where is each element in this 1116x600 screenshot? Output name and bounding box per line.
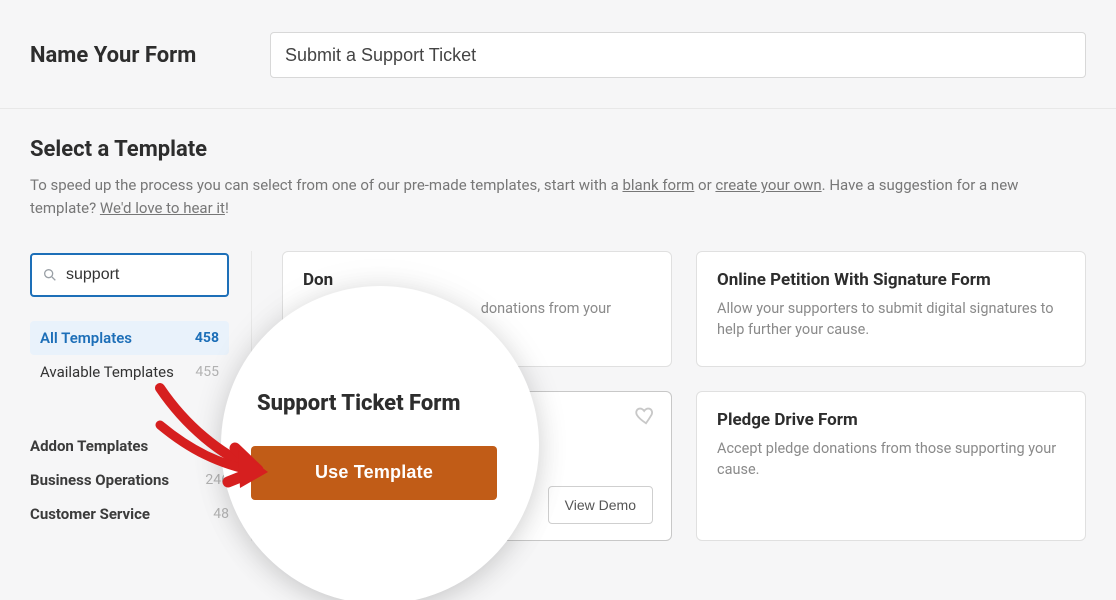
search-icon: [42, 267, 58, 283]
filter-label: All Templates: [40, 329, 132, 347]
create-your-own-link[interactable]: create your own: [715, 176, 821, 194]
template-title: Donation: [303, 270, 651, 290]
desc-text: !: [225, 199, 229, 217]
use-template-button[interactable]: Use Template: [251, 446, 497, 500]
template-card[interactable]: Online Petition With Signature Form Allo…: [696, 251, 1086, 367]
zoom-lens-overlay: Support Ticket Form Use Template: [225, 290, 535, 600]
category-business-operations[interactable]: Business Operations 246: [30, 463, 229, 497]
template-search-input[interactable]: [66, 266, 273, 284]
filter-available-templates[interactable]: Available Templates 455: [30, 355, 229, 389]
category-count: 246: [205, 472, 229, 488]
category-customer-service[interactable]: Customer Service 48: [30, 497, 229, 531]
template-desc: Accept pledge donations from those suppo…: [717, 438, 1065, 480]
template-title: Pledge Drive Form: [717, 410, 1065, 430]
filter-count: 455: [195, 364, 219, 380]
filter-count: 458: [195, 330, 219, 346]
suggestion-link[interactable]: We'd love to hear it: [100, 199, 225, 217]
view-demo-button[interactable]: View Demo: [548, 486, 653, 524]
form-name-label: Name Your Form: [30, 43, 270, 68]
select-template-description: To speed up the process you can select f…: [30, 174, 1086, 221]
template-search-wrap[interactable]: [30, 253, 229, 297]
zoom-template-title: Support Ticket Form: [257, 391, 460, 416]
select-template-heading: Select a Template: [30, 137, 1086, 162]
category-label: Addon Templates: [30, 437, 148, 455]
category-label: Customer Service: [30, 505, 150, 523]
filter-list: All Templates 458 Available Templates 45…: [30, 321, 229, 389]
template-card[interactable]: Pledge Drive Form Accept pledge donation…: [696, 391, 1086, 541]
template-sidebar: All Templates 458 Available Templates 45…: [30, 251, 252, 541]
category-label: Business Operations: [30, 471, 169, 489]
category-count: 48: [213, 506, 229, 522]
template-title: Online Petition With Signature Form: [717, 270, 1065, 290]
category-list: Addon Templates Business Operations 246 …: [30, 429, 229, 531]
blank-form-link[interactable]: blank form: [622, 176, 694, 194]
category-addon-templates[interactable]: Addon Templates: [30, 429, 229, 463]
desc-text: To speed up the process you can select f…: [30, 176, 622, 194]
form-name-input[interactable]: [270, 32, 1086, 78]
favorite-icon[interactable]: [635, 404, 657, 426]
filter-label: Available Templates: [40, 363, 174, 381]
desc-text: or: [694, 176, 715, 194]
filter-all-templates[interactable]: All Templates 458: [30, 321, 229, 355]
template-desc: Allow your supporters to submit digital …: [717, 298, 1065, 340]
